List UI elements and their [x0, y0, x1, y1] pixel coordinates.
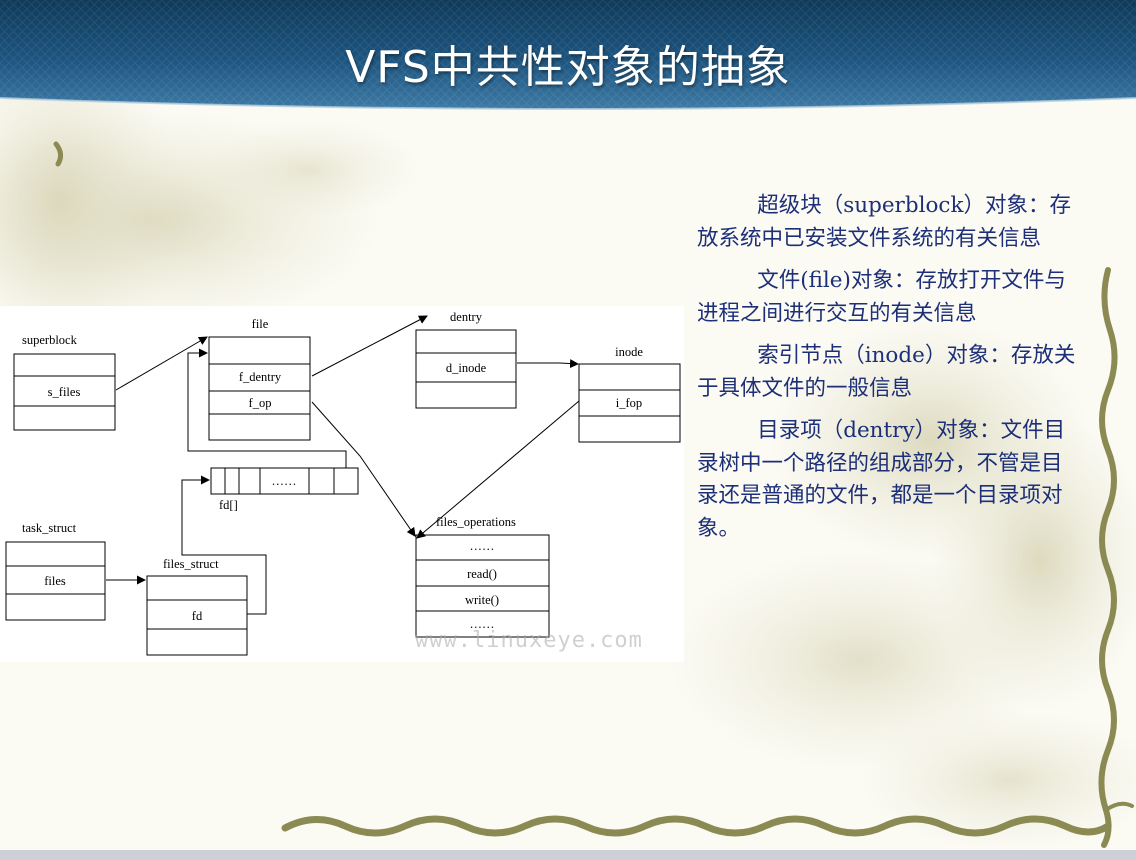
files-struct-fd: fd: [192, 609, 203, 623]
inode-label: inode: [615, 345, 643, 359]
paragraph-dentry: 目录项（dentry）对象：文件目录树中一个路径的组成部分，不管是目录还是普通的…: [697, 418, 1066, 541]
arrow-d-inode-to-inode: [517, 359, 579, 369]
fd-array-label: fd[]: [219, 498, 238, 512]
paragraph-superblock: 超级块（superblock）对象：存放系统中已安装文件系统的有关信息: [697, 193, 1071, 251]
dentry-label: dentry: [450, 310, 483, 324]
arrow-f-op-to-files-operations: [311, 401, 416, 537]
description-text: 超级块（superblock）对象：存放系统中已安装文件系统的有关信息 文件(f…: [697, 190, 1077, 555]
slide-title: VFS中共性对象的抽象: [345, 42, 791, 93]
files-operations-ellipsis-top: ……: [470, 539, 495, 553]
title-banner: VFS中共性对象的抽象: [0, 0, 1136, 118]
dentry-d-inode: d_inode: [446, 361, 487, 375]
file-f-dentry: f_dentry: [239, 370, 282, 384]
arrow-f-dentry-to-dentry: [311, 315, 428, 377]
inode-i-fop: i_fop: [616, 396, 642, 410]
file-label: file: [252, 317, 269, 331]
files-struct-label: files_struct: [163, 557, 219, 571]
vfs-object-diagram: superblock s_files file f_dentry f_op de…: [0, 306, 684, 662]
bottom-divider: [0, 850, 1136, 860]
file-f-op: f_op: [249, 396, 272, 410]
files-operations-write: write(): [465, 593, 499, 607]
files-operations-read: read(): [467, 567, 497, 581]
paragraph-inode: 索引节点（inode）对象：存放关于具体文件的一般信息: [697, 343, 1076, 401]
slide: VFS中共性对象的抽象 superblock s_files file f_de…: [0, 0, 1136, 860]
diagram-canvas: superblock s_files file f_dentry f_op de…: [5, 310, 681, 656]
superblock-s-files: s_files: [48, 385, 81, 399]
task-struct-files: files: [44, 574, 66, 588]
watermark-text: www.linuxeye.com: [415, 628, 643, 653]
superblock-label: superblock: [22, 333, 78, 347]
files-operations-label: files_operations: [436, 515, 516, 529]
paragraph-file: 文件(file)对象：存放打开文件与进程之间进行交互的有关信息: [697, 268, 1066, 326]
arrow-s-files-to-file: [115, 336, 208, 391]
file-box: [208, 336, 311, 441]
fd-array-ellipsis: ……: [272, 474, 297, 488]
task-struct-label: task_struct: [22, 521, 77, 535]
